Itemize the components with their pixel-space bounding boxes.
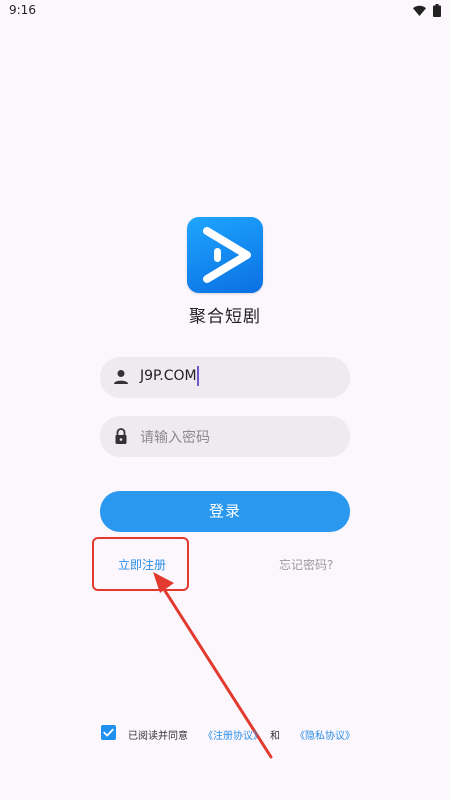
agreement-and-text: 和 bbox=[270, 731, 280, 742]
checkmark-icon bbox=[103, 728, 114, 737]
annotation-arrow-icon bbox=[153, 572, 273, 759]
agreement-checkbox[interactable] bbox=[101, 725, 116, 740]
terms-link[interactable]: 《注册协议》 bbox=[203, 727, 263, 742]
agreement-text: 已阅读并同意 bbox=[128, 731, 188, 742]
privacy-link[interactable]: 《隐私协议》 bbox=[295, 727, 355, 742]
